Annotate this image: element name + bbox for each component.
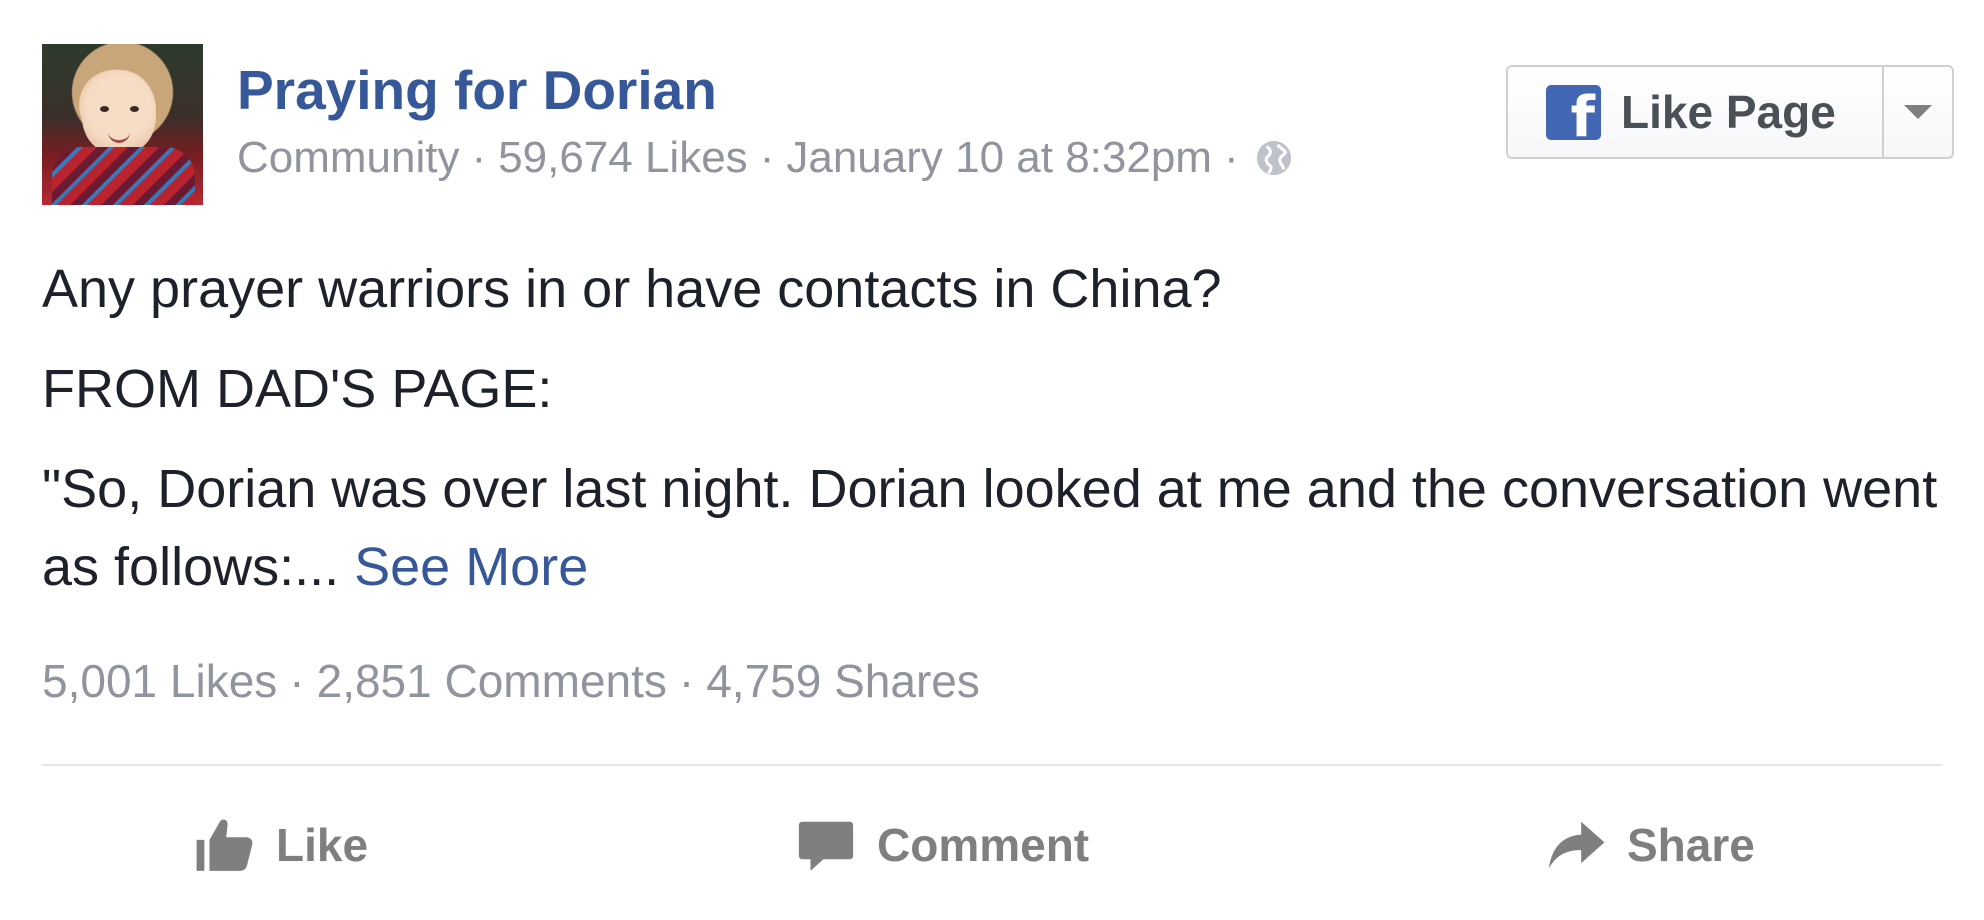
avatar-eye xyxy=(100,106,109,112)
post-line-text: "So, Dorian was over last night. Dorian … xyxy=(42,459,1938,597)
stats-separator: · xyxy=(678,655,695,707)
action-divider xyxy=(42,764,1942,766)
like-page-label: Like Page xyxy=(1621,86,1836,138)
meta-separator: · xyxy=(759,133,775,182)
like-label: Like xyxy=(276,819,369,871)
page-category: Community xyxy=(237,133,460,182)
comment-label: Comment xyxy=(877,819,1090,871)
facebook-logo-letter: f xyxy=(1570,84,1595,150)
shares-count-link[interactable]: 4,759 Shares xyxy=(706,654,980,708)
post-body: Any prayer warriors in or have contacts … xyxy=(42,250,1942,628)
post-meta: Community · 59,674 Likes · January 10 at… xyxy=(237,133,1293,183)
post-line: Any prayer warriors in or have contacts … xyxy=(42,259,1222,319)
comment-icon xyxy=(798,821,854,871)
share-label: Share xyxy=(1627,819,1755,871)
stats-separator: · xyxy=(289,655,305,707)
comments-count-link[interactable]: 2,851 Comments xyxy=(317,654,667,708)
facebook-post: Praying for Dorian Community · 59,674 Li… xyxy=(0,0,1984,920)
page-avatar[interactable] xyxy=(42,44,203,205)
meta-separator: · xyxy=(471,133,487,182)
page-likes-count: 59,674 Likes xyxy=(498,133,748,182)
globe-icon[interactable] xyxy=(1255,139,1293,177)
facebook-logo-icon: f xyxy=(1546,84,1601,145)
like-page-dropdown-button[interactable] xyxy=(1884,67,1952,157)
share-button[interactable]: Share xyxy=(1545,800,1755,890)
comment-button[interactable]: Comment xyxy=(795,800,1089,890)
meta-separator: · xyxy=(1223,133,1239,182)
avatar-eye xyxy=(130,106,139,112)
like-button[interactable]: Like xyxy=(194,800,368,890)
page-name-link[interactable]: Praying for Dorian xyxy=(237,58,717,122)
see-more-link[interactable]: See More xyxy=(354,537,588,597)
like-page-button[interactable]: f Like Page xyxy=(1506,65,1954,159)
post-stats: 5,001 Likes · 2,851 Comments · 4,759 Sha… xyxy=(42,654,980,708)
chevron-down-icon xyxy=(1904,105,1932,119)
like-page-action[interactable]: f Like Page xyxy=(1508,67,1884,157)
post-line-with-more: "So, Dorian was over last night. Dorian … xyxy=(42,450,1942,606)
thumbs-up-icon xyxy=(196,819,253,871)
post-timestamp-link[interactable]: January 10 at 8:32pm xyxy=(786,133,1212,183)
share-arrow-icon xyxy=(1548,821,1605,869)
post-line: FROM DAD'S PAGE: xyxy=(42,359,553,419)
avatar-scarf xyxy=(52,147,195,205)
likes-count-link[interactable]: 5,001 Likes xyxy=(42,654,277,708)
